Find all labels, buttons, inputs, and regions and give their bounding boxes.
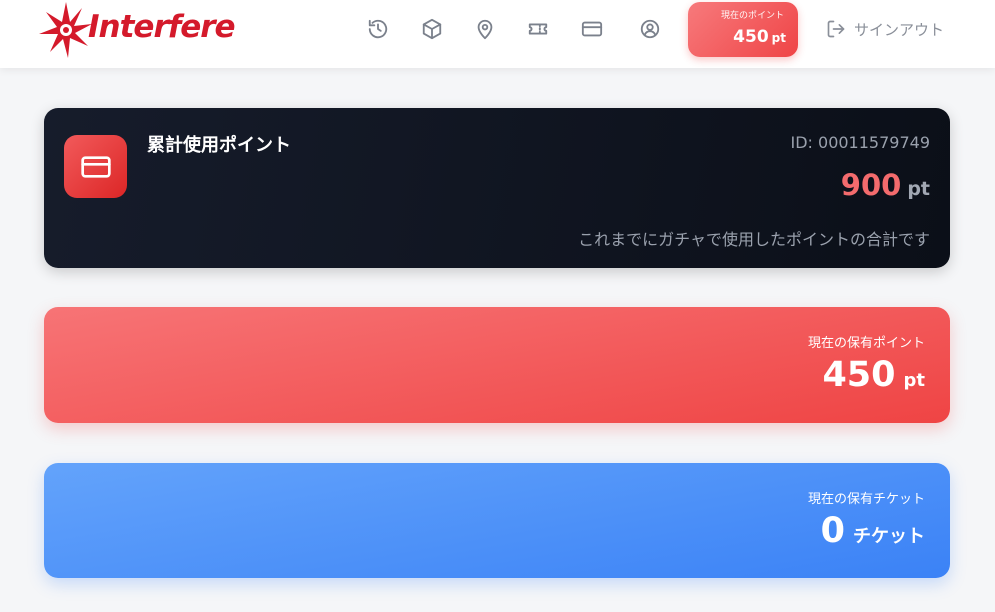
signout-label: サインアウト bbox=[854, 20, 945, 39]
current-points-card: 現在の保有ポイント 450 pt bbox=[44, 307, 950, 423]
box-icon[interactable] bbox=[420, 17, 444, 41]
logo-text: Interfere bbox=[88, 9, 236, 45]
top-header: Interfere 現在のポイント 450 pt サインアウト bbox=[0, 0, 995, 68]
total-used-title: 累計使用ポイント bbox=[147, 135, 291, 156]
points-badge-value-row: 450 pt bbox=[688, 27, 786, 47]
current-tickets-amount: 0 チケット bbox=[821, 511, 925, 551]
current-points-amount: 450 pt bbox=[822, 355, 925, 395]
signout-button[interactable]: サインアウト bbox=[826, 17, 944, 41]
current-tickets-label: 現在の保有チケット bbox=[807, 492, 925, 507]
starburst-logo-icon bbox=[39, 2, 92, 58]
ticket-icon[interactable] bbox=[526, 17, 550, 41]
history-icon[interactable] bbox=[366, 17, 390, 41]
total-used-amount: 900 pt bbox=[841, 168, 930, 202]
user-id-text: ID: 00011579749 bbox=[790, 133, 931, 152]
current-points-label: 現在の保有ポイント bbox=[807, 336, 925, 351]
location-pin-icon[interactable] bbox=[473, 17, 497, 41]
points-badge-label: 現在のポイント bbox=[720, 11, 784, 21]
brand-logo[interactable]: Interfere bbox=[38, 0, 236, 60]
current-points-badge[interactable]: 現在のポイント 450 pt bbox=[688, 2, 798, 57]
credit-card-icon bbox=[64, 135, 127, 198]
points-badge-unit: pt bbox=[771, 31, 786, 45]
signout-icon bbox=[827, 20, 845, 38]
total-used-points-card: 累計使用ポイント ID: 00011579749 900 pt これまでにガチャで… bbox=[44, 108, 950, 268]
credit-card-icon[interactable] bbox=[580, 17, 604, 41]
points-badge-value: 450 bbox=[733, 27, 769, 47]
user-circle-icon[interactable] bbox=[638, 17, 662, 41]
current-tickets-unit: チケット bbox=[853, 526, 925, 547]
current-points-unit: pt bbox=[903, 370, 926, 391]
current-tickets-card: 現在の保有チケット 0 チケット bbox=[44, 463, 950, 578]
total-used-caption: これまでにガチャで使用したポイントの合計です bbox=[578, 230, 930, 249]
current-points-value: 450 bbox=[822, 355, 896, 395]
total-used-value: 900 bbox=[840, 168, 902, 202]
current-tickets-value: 0 bbox=[820, 511, 845, 551]
total-used-unit: pt bbox=[907, 178, 930, 200]
